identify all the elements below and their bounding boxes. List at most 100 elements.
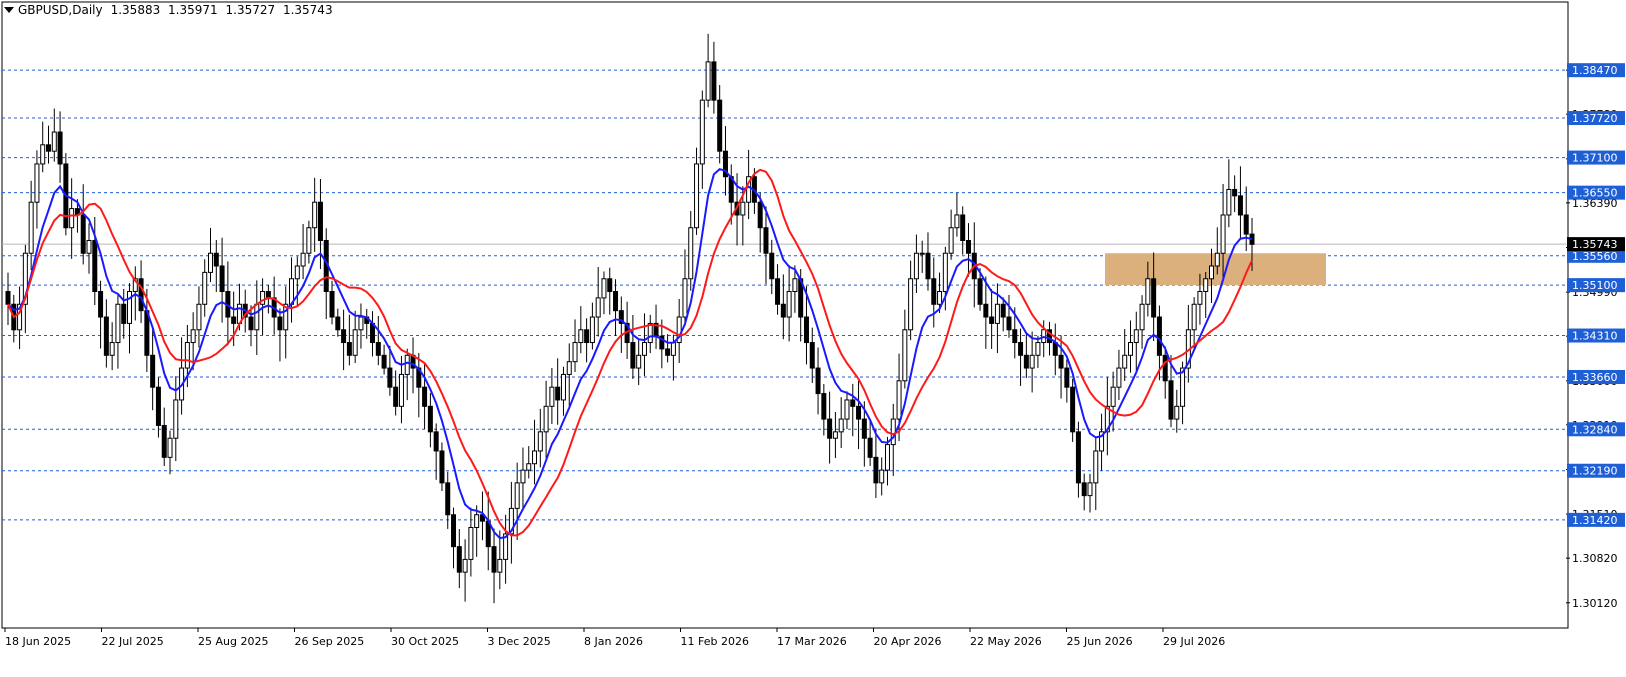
candle-body <box>155 386 161 426</box>
candle-body <box>317 201 323 241</box>
candle-body <box>439 450 445 484</box>
candle-body <box>1029 354 1035 369</box>
candle-body <box>231 316 237 324</box>
candle-body <box>879 469 885 484</box>
candle-body <box>856 405 862 420</box>
candle-body <box>121 303 127 324</box>
candle-body <box>572 342 578 363</box>
candle-body <box>925 252 931 280</box>
candle-body <box>103 316 109 356</box>
candle-body <box>427 405 433 433</box>
x-tick-label: 18 Jun 2025 <box>5 635 71 648</box>
candle-body <box>277 316 283 331</box>
x-tick-label: 29 Jul 2026 <box>1163 635 1225 648</box>
candle-body <box>190 329 196 344</box>
candle-body <box>1070 386 1076 433</box>
candle-body <box>1191 303 1197 331</box>
candle-body <box>873 456 879 484</box>
candle-body <box>92 239 98 293</box>
candle-body <box>908 278 914 331</box>
candle-body <box>641 342 647 356</box>
candle-body <box>1110 386 1116 407</box>
candle-body <box>1208 265 1214 280</box>
candle-body <box>578 329 584 344</box>
x-tick-label: 22 May 2026 <box>970 635 1042 648</box>
chevron-down-icon[interactable] <box>4 7 14 13</box>
candle-body <box>890 418 896 446</box>
candle-body <box>115 303 121 344</box>
candle-body <box>1168 380 1174 420</box>
price-chart[interactable]: 1.301201.308201.315101.322101.329101.336… <box>0 0 1626 677</box>
candle-body <box>896 380 902 420</box>
x-tick-label: 22 Jul 2025 <box>102 635 164 648</box>
candle-body <box>902 329 908 382</box>
candle-body <box>1012 329 1018 344</box>
candle-body <box>775 278 781 305</box>
candle-body <box>28 201 34 254</box>
candle-body <box>780 303 786 318</box>
candle-body <box>1093 450 1099 484</box>
candle-body <box>1151 278 1157 318</box>
candle-body <box>1035 342 1041 356</box>
candle-body <box>46 144 52 152</box>
candle-body <box>254 303 260 331</box>
candle-body <box>532 450 538 465</box>
candle-body <box>202 271 208 305</box>
level-price-label: 1.34310 <box>1572 330 1618 343</box>
candle-body <box>497 558 503 573</box>
candle-body <box>1023 354 1029 369</box>
candle-body <box>57 131 63 165</box>
candle-body <box>1180 367 1186 407</box>
candle-body <box>584 329 590 344</box>
level-price-label: 1.37720 <box>1572 112 1618 125</box>
candle-body <box>884 444 890 471</box>
level-price-label: 1.32840 <box>1572 423 1618 436</box>
candle-body <box>769 252 775 280</box>
candle-body <box>491 546 497 573</box>
candle-body <box>740 201 746 216</box>
candle-body <box>387 367 393 388</box>
candle-body <box>711 61 717 101</box>
candle-body <box>1081 482 1087 497</box>
candle-body <box>1156 316 1162 356</box>
price-axis: 1.301201.308201.315101.322101.329101.336… <box>1566 63 1625 610</box>
x-tick-label: 25 Aug 2025 <box>198 635 268 648</box>
candle-body <box>815 367 821 395</box>
candle-body <box>51 131 57 152</box>
low-value: 1.35727 <box>225 3 276 17</box>
candle-body <box>543 405 549 433</box>
candle-body <box>948 227 954 254</box>
candle-body <box>468 527 474 560</box>
candle-body <box>98 291 104 318</box>
candle-body <box>803 316 809 344</box>
x-tick-label: 11 Feb 2026 <box>681 635 749 648</box>
y-tick-label: 1.30820 <box>1572 552 1618 565</box>
candle-body <box>1220 214 1226 254</box>
candle-body <box>636 354 642 369</box>
candle-body <box>1006 316 1012 331</box>
candle-body <box>809 342 815 369</box>
candle-body <box>549 386 555 407</box>
candle-body <box>1000 303 1006 318</box>
candle-body <box>589 316 595 344</box>
candle-body <box>161 424 167 458</box>
candle-body <box>329 291 335 318</box>
level-price-label: 1.36550 <box>1572 187 1618 200</box>
candle-body <box>398 373 404 407</box>
candle-body <box>69 208 75 229</box>
candle-body <box>757 201 763 229</box>
candle-body <box>832 431 838 439</box>
time-axis: 18 Jun 2025 22 Jul 2025 25 Aug 2025 26 Sep … <box>4 628 1225 648</box>
open-value: 1.35883 <box>110 3 161 17</box>
candle-body <box>474 514 480 529</box>
candle-body <box>763 227 769 254</box>
candle-body <box>560 373 566 401</box>
candle-body <box>219 265 225 293</box>
x-tick-label: 26 Sep 2025 <box>295 635 365 648</box>
candle-body <box>613 291 619 312</box>
candle-body <box>786 291 792 318</box>
candle-body <box>1174 405 1180 420</box>
symbol-timeframe: GBPUSD,Daily <box>18 3 103 17</box>
level-price-label: 1.35100 <box>1572 279 1618 292</box>
candle-body <box>537 431 543 452</box>
